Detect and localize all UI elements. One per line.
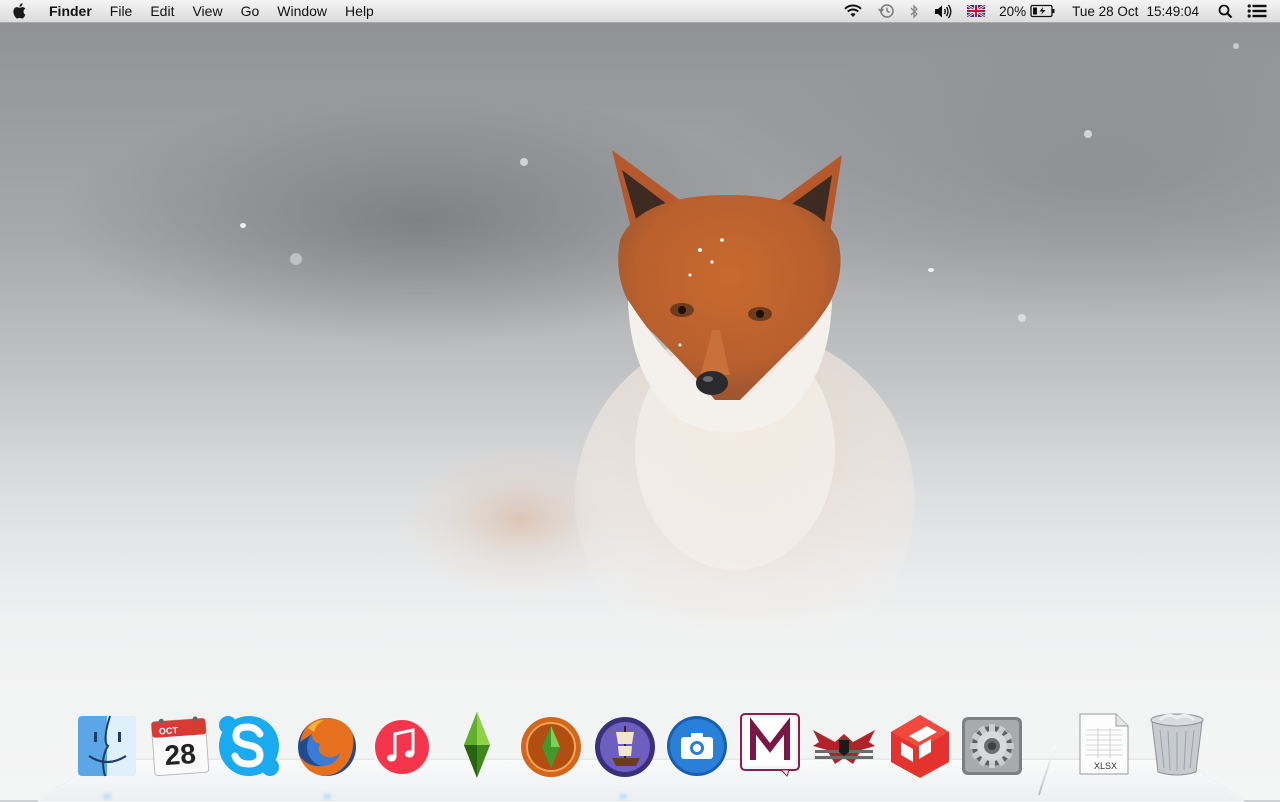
- running-indicator-finder: [104, 795, 110, 798]
- plumbob-medallion-icon: [521, 717, 581, 777]
- battery-charging-icon: [1030, 4, 1055, 18]
- spotlight-search-icon[interactable]: [1211, 0, 1240, 22]
- menu-view[interactable]: View: [183, 0, 231, 22]
- dock-item-itunes[interactable]: [369, 712, 435, 780]
- calendar-month: OCT: [159, 725, 179, 736]
- battery-percent: 20%: [999, 3, 1027, 19]
- dock-item-trash[interactable]: [1144, 710, 1210, 778]
- dock-item-m-app[interactable]: [737, 710, 803, 778]
- dock-item-screenshot[interactable]: [664, 711, 730, 779]
- clock-date[interactable]: Tue 28 Oct: [1060, 0, 1142, 22]
- itunes-icon: [372, 717, 432, 777]
- desktop-wallpaper: [0, 0, 1280, 800]
- menu-bar: Finder File Edit View Go Window Help 20%…: [0, 0, 1280, 23]
- m-letter-icon: [740, 713, 800, 777]
- camera-icon: [667, 716, 727, 776]
- dock-item-sims-medieval[interactable]: [518, 712, 584, 780]
- notification-center-icon[interactable]: [1240, 0, 1274, 22]
- menu-help[interactable]: Help: [336, 0, 383, 22]
- apple-menu-icon[interactable]: [0, 0, 40, 22]
- trash-icon: [1150, 713, 1204, 776]
- calendar-day: 28: [164, 738, 197, 771]
- dock-item-skype[interactable]: [216, 711, 282, 779]
- dock-item-firefox[interactable]: [294, 712, 360, 780]
- dock-item-sketchup[interactable]: [887, 712, 953, 780]
- dock-item-xlsx-document[interactable]: XLSX: [1070, 710, 1136, 778]
- ship-icon: [595, 717, 655, 777]
- clock-time[interactable]: 15:49:04: [1142, 0, 1211, 22]
- dock-item-ship-game[interactable]: [592, 712, 658, 780]
- sketchup-icon: [891, 715, 949, 778]
- skype-icon: [219, 716, 279, 776]
- finder-icon: [78, 715, 136, 777]
- dock-item-finder[interactable]: [74, 712, 140, 780]
- battery-status[interactable]: 20%: [992, 0, 1060, 22]
- time-machine-icon[interactable]: [870, 0, 902, 22]
- gear-icon: [962, 717, 1022, 775]
- dock-item-papers-please[interactable]: [811, 712, 877, 780]
- volume-icon[interactable]: [926, 0, 960, 22]
- uk-flag-input-source-icon[interactable]: [960, 0, 992, 22]
- running-indicator-firefox: [324, 795, 330, 798]
- running-indicator-ship-game: [620, 795, 626, 798]
- calendar-icon: OCT 28: [150, 716, 210, 777]
- menu-file[interactable]: File: [101, 0, 142, 22]
- document-type-label: XLSX: [1094, 761, 1117, 771]
- bluetooth-icon[interactable]: [902, 0, 926, 22]
- spreadsheet-document-icon: XLSX: [1079, 713, 1129, 775]
- firefox-icon: [298, 718, 356, 776]
- menu-go[interactable]: Go: [232, 0, 269, 22]
- fox-wallpaper-image: [0, 150, 1280, 800]
- wifi-icon[interactable]: [836, 0, 870, 22]
- menu-app-name[interactable]: Finder: [40, 0, 101, 22]
- dock-item-the-sims[interactable]: [444, 710, 510, 778]
- menu-edit[interactable]: Edit: [141, 0, 183, 22]
- plumbob-icon: [464, 712, 490, 778]
- dock-item-calendar[interactable]: OCT 28: [147, 712, 213, 780]
- dock-item-system-preferences[interactable]: [959, 712, 1025, 780]
- menu-window[interactable]: Window: [268, 0, 336, 22]
- eagle-emblem-icon: [813, 730, 875, 764]
